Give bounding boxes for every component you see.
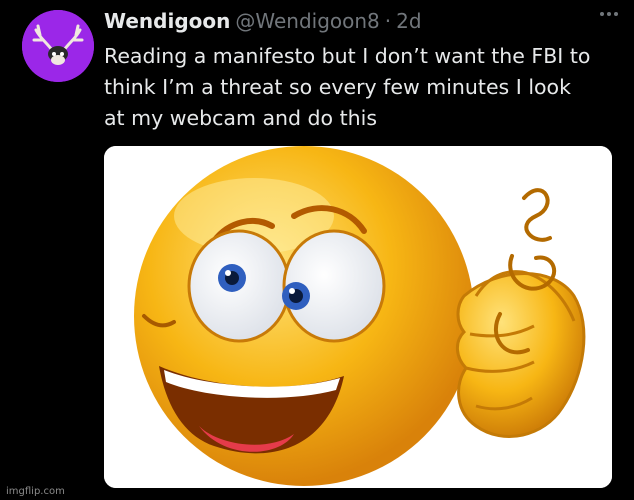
crazy-emoji-icon <box>104 146 612 488</box>
tweet-text: Reading a manifesto but I don’t want the… <box>104 44 591 130</box>
avatar[interactable] <box>22 10 94 82</box>
tweet-media-image[interactable] <box>104 146 612 488</box>
antlered-skull-icon <box>22 10 94 82</box>
tweet-header: Wendigoon @Wendigoon8 · 2d <box>104 9 422 33</box>
display-name[interactable]: Wendigoon <box>104 9 230 33</box>
user-handle[interactable]: @Wendigoon8 <box>235 9 379 33</box>
more-horizontal-icon[interactable] <box>600 12 618 16</box>
timestamp[interactable]: 2d <box>396 9 421 33</box>
separator-dot: · <box>384 9 392 33</box>
imgflip-watermark: imgflip.com <box>6 486 65 497</box>
